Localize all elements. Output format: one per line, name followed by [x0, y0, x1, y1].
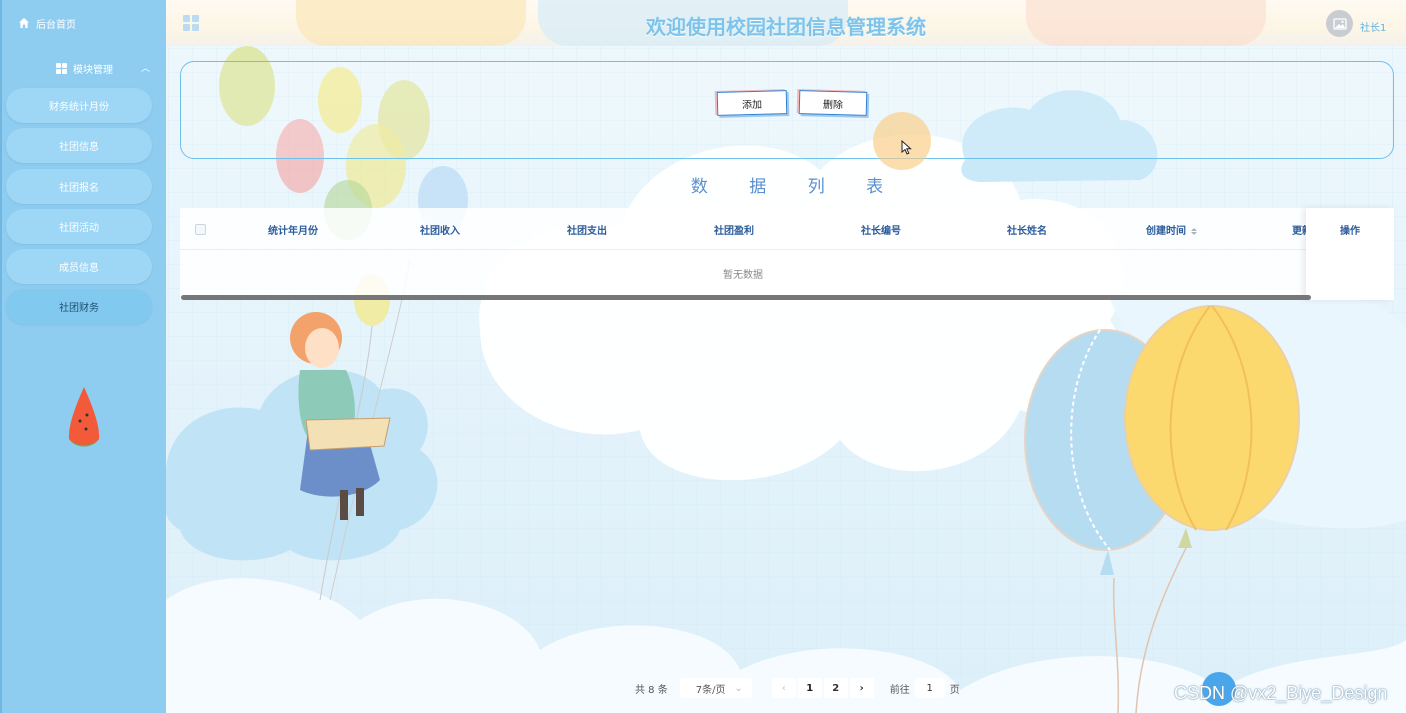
top-header: 欢迎使用校园社团信息管理系统 社长1	[166, 0, 1406, 46]
page-title: 欢迎使用校园社团信息管理系统	[646, 15, 926, 39]
select-all-checkbox[interactable]	[195, 224, 206, 235]
chevron-down-icon: ⌄	[734, 682, 743, 694]
goto-label: 前往	[889, 684, 910, 696]
sidebar-item-label: 社团财务	[59, 303, 99, 314]
next-page-button[interactable]: ›	[849, 678, 874, 698]
column-header-income[interactable]: 社团收入	[420, 222, 460, 237]
sidebar-item-club-info[interactable]: 社团信息	[6, 128, 152, 163]
watermark-text: CSDN @vx2_Biye_Design	[1174, 683, 1388, 703]
sidebar-item-member-info[interactable]: 成员信息	[6, 249, 152, 284]
data-table: 统计年月份 社团收入 社团支出 社团盈利 社长编号 社长姓名 创建时间 更新 暂…	[180, 208, 1394, 300]
sidebar-group-label: 模块管理	[73, 64, 113, 76]
horizontal-scrollbar[interactable]	[181, 295, 1311, 300]
chevron-up-icon[interactable]: ︿	[141, 61, 150, 74]
sort-icon[interactable]	[1191, 227, 1197, 235]
sidebar-item-club-activity[interactable]: 社团活动	[6, 209, 152, 244]
column-header-created-time[interactable]: 创建时间	[1146, 222, 1197, 237]
page-suffix-label: 页	[949, 684, 960, 696]
page-number-2[interactable]: 2	[823, 678, 848, 698]
goto-page-input[interactable]: 1	[914, 678, 945, 698]
image-icon	[1332, 17, 1347, 30]
sidebar-group-modules[interactable]: 模块管理	[56, 60, 113, 76]
column-header-president-id[interactable]: 社长编号	[861, 222, 901, 237]
total-count: 共 8 条	[635, 684, 668, 696]
table-header-row: 统计年月份 社团收入 社团支出 社团盈利 社长编号 社长姓名 创建时间 更新	[180, 208, 1394, 250]
column-header-operation: 操作	[1340, 226, 1360, 237]
sidebar-item-label: 社团活动	[59, 223, 99, 234]
chevron-right-icon: ›	[859, 682, 864, 694]
sidebar-item-club-registration[interactable]: 社团报名	[6, 169, 152, 204]
operation-column: 操作	[1306, 208, 1394, 300]
sidebar: 后台首页 模块管理 ︿ 财务统计月份 社团信息 社团报名 社团活动 成员信息 社…	[0, 0, 166, 713]
chevron-left-icon: ‹	[781, 682, 786, 694]
empty-state-text: 暂无数据	[723, 270, 763, 281]
sidebar-item-finance-month[interactable]: 财务统计月份	[6, 88, 152, 123]
column-header-president-name[interactable]: 社长姓名	[1007, 222, 1047, 237]
sidebar-home-link[interactable]: 后台首页	[18, 14, 76, 32]
watermelon-decoration	[68, 387, 100, 447]
delete-button[interactable]: 删除	[798, 90, 868, 116]
home-icon	[19, 18, 29, 28]
sidebar-item-label: 社团报名	[59, 183, 99, 194]
sidebar-item-label: 财务统计月份	[49, 102, 109, 113]
action-toolbar: 添加 删除	[180, 61, 1394, 170]
list-title: 数 据 列 表	[690, 177, 902, 197]
column-header-updated-time[interactable]: 更新	[1292, 222, 1306, 237]
column-header-profit[interactable]: 社团盈利	[714, 222, 754, 237]
user-name[interactable]: 社长1	[1360, 19, 1386, 34]
column-header-label: 创建时间	[1146, 226, 1186, 237]
pagination: 共 8 条 7条/页 ⌄ ‹ 1 2 › 前往 1 页	[635, 678, 960, 698]
sidebar-home-label: 后台首页	[36, 19, 76, 31]
grid-icon	[56, 62, 67, 74]
sidebar-item-label: 成员信息	[59, 263, 99, 274]
column-header-expense[interactable]: 社团支出	[567, 222, 607, 237]
column-header-month[interactable]: 统计年月份	[268, 222, 318, 237]
prev-page-button[interactable]: ‹	[771, 678, 796, 698]
mouse-cursor-icon	[901, 140, 912, 155]
avatar[interactable]	[1326, 10, 1353, 37]
page-size-select[interactable]: 7条/页 ⌄	[679, 678, 752, 698]
sidebar-item-club-finance[interactable]: 社团财务	[6, 289, 152, 324]
page-number-1[interactable]: 1	[797, 678, 822, 698]
sidebar-item-label: 社团信息	[59, 142, 99, 153]
add-button[interactable]: 添加	[716, 90, 788, 116]
page-size-value: 7条/页	[695, 684, 726, 696]
